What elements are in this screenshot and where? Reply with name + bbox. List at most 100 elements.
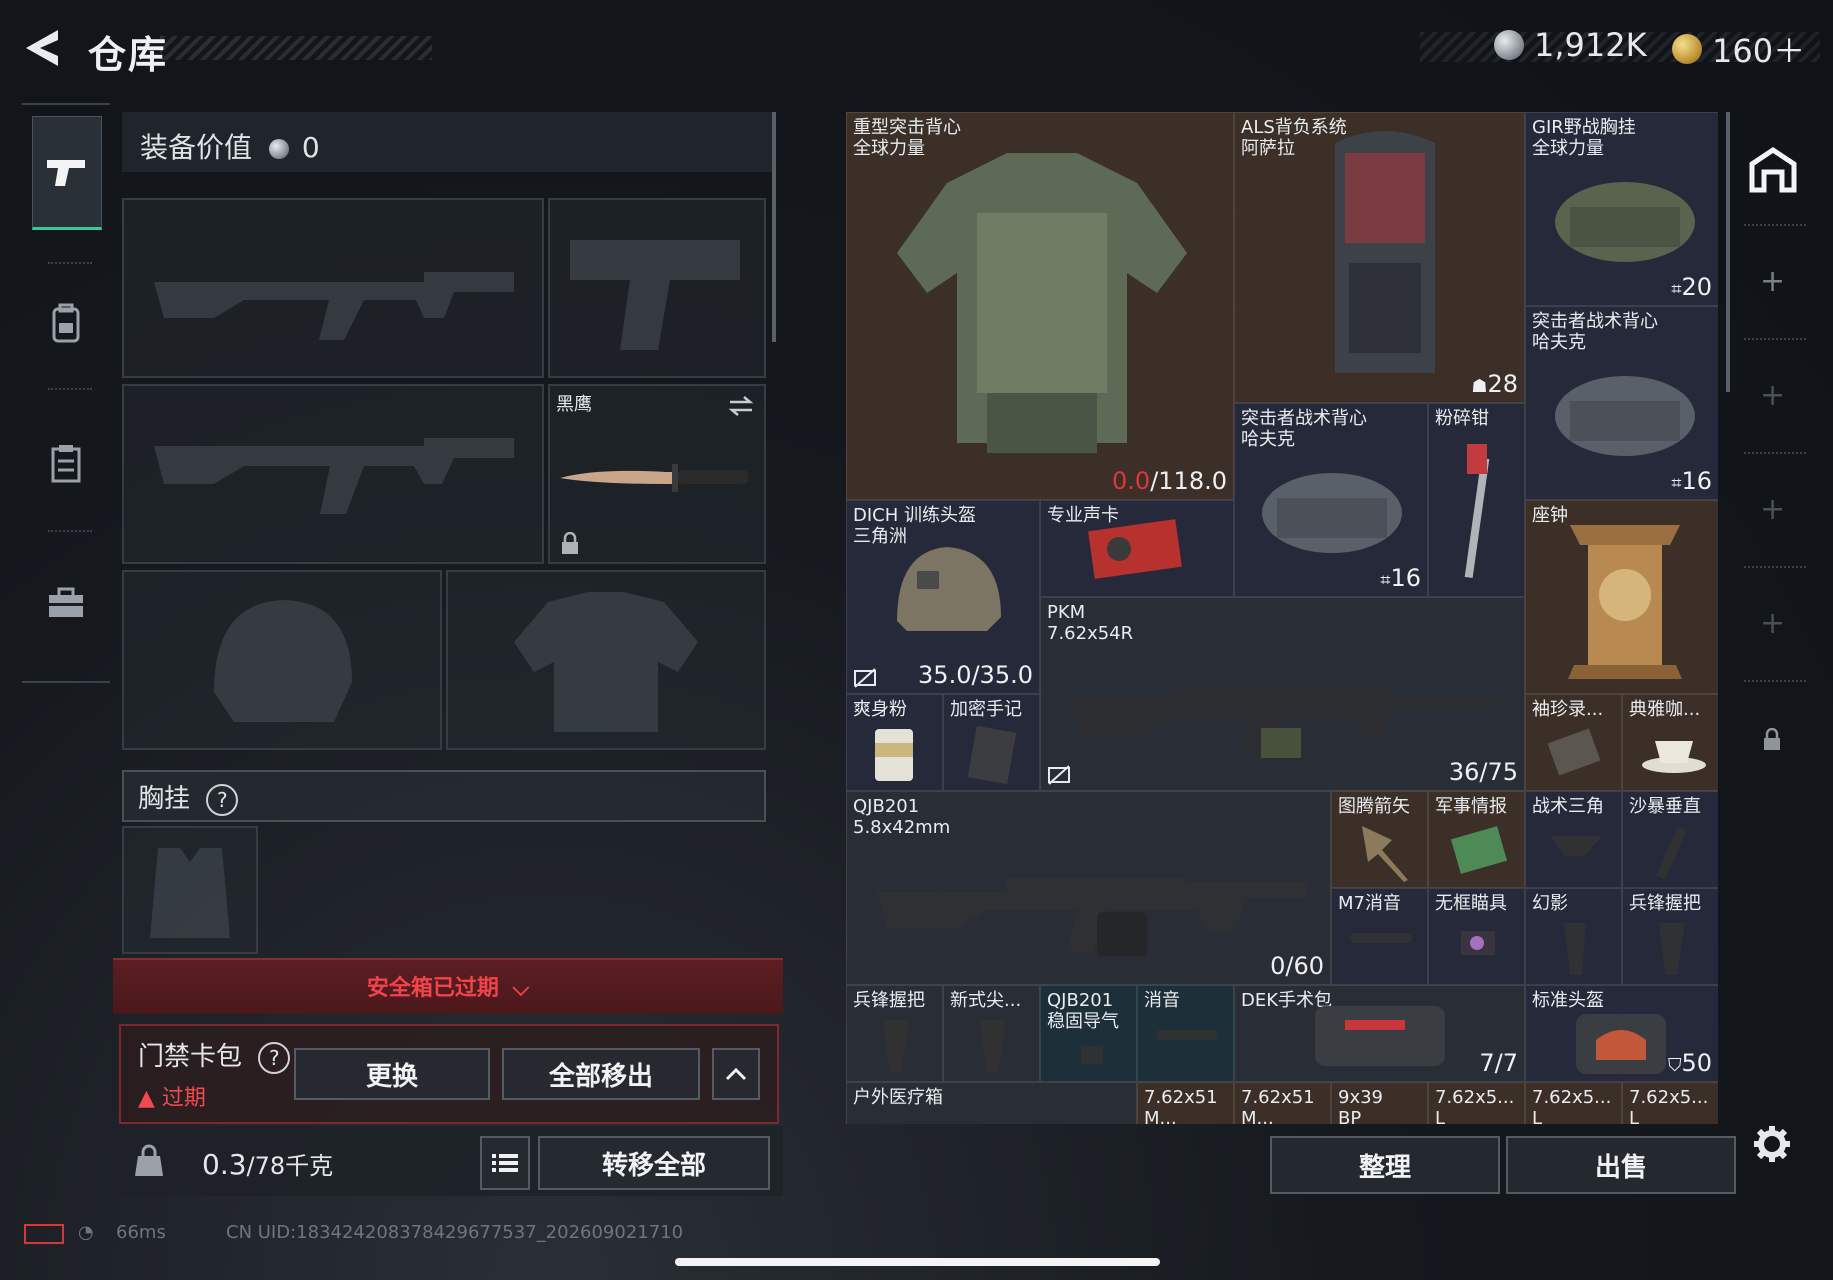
rifle-silhouette-icon	[154, 438, 514, 514]
stash-item-assault-vest-hk[interactable]: 突击者战术背心 哈夫克 ⌗16	[1525, 306, 1718, 500]
rail-tab-clipboard[interactable]	[32, 408, 100, 518]
add-tab-icon[interactable]: +	[1760, 492, 1785, 527]
sell-button[interactable]: 出售	[1506, 1136, 1736, 1194]
stash-item-assault-vest-hk[interactable]: 突击者战术背心 哈夫克 ⌗16	[1234, 403, 1428, 597]
carry-weight: 0.3/78千克	[202, 1146, 333, 1181]
no-repair-icon	[854, 668, 876, 688]
stash-item-wrench[interactable]: 粉碎钳	[1428, 403, 1525, 597]
stash-item-suppressor[interactable]: 消音	[1137, 985, 1234, 1082]
vest-icon	[897, 153, 1187, 453]
item-durability: ⛉50	[1668, 1049, 1712, 1077]
item-name: 消音	[1144, 990, 1180, 1011]
stash-tab-icon[interactable]	[1748, 146, 1798, 194]
helmet-silhouette-icon	[214, 600, 352, 722]
chest-rig-slot[interactable]	[122, 826, 258, 954]
grip-icon	[1564, 923, 1586, 975]
stash-item-qjb201-stabilizer[interactable]: QJB201 稳固导气	[1040, 985, 1137, 1082]
card-pack-help-icon[interactable]: ?	[258, 1042, 291, 1074]
rail-separator	[1744, 566, 1806, 568]
stash-item-secret-notes[interactable]: 加密手记	[943, 694, 1040, 791]
stash-item-ammo[interactable]: 7.62x5... L	[1525, 1082, 1622, 1124]
melee-slot[interactable]: 黑鹰	[548, 384, 766, 564]
stash-item-vanguard-grip[interactable]: 兵锋握把	[1622, 888, 1718, 985]
rail-tab-weapons[interactable]	[32, 116, 102, 230]
stash-item-dek-kit[interactable]: DEK手术包 7/7	[1234, 985, 1525, 1082]
rail-tab-toolbox[interactable]	[32, 548, 100, 658]
stash-item-sandstorm-grip[interactable]: 沙暴垂直	[1622, 791, 1718, 888]
item-name: 突击者战术背心 哈夫克	[1241, 408, 1367, 450]
stash-item-pkm[interactable]: PKM 7.62x54R 36/75	[1040, 597, 1525, 791]
gold-amount: 160＋	[1712, 32, 1806, 70]
chest-rig-label: 胸挂	[138, 784, 191, 814]
collapse-button[interactable]	[712, 1048, 760, 1100]
stash-item-mil-intel[interactable]: 军事情报	[1428, 791, 1525, 888]
add-tab-icon[interactable]: +	[1760, 264, 1785, 299]
equipment-value: 装备价值 0	[140, 126, 320, 166]
stash-item-ammo[interactable]: 7.62x5... L	[1428, 1082, 1525, 1124]
add-tab-icon[interactable]: +	[1760, 378, 1785, 413]
helmet-bag-icon	[1576, 1014, 1666, 1074]
loadout-scrollbar[interactable]	[772, 112, 776, 342]
stash-item-new-tip[interactable]: 新式尖...	[943, 985, 1040, 1082]
item-name: 兵锋握把	[1629, 893, 1701, 914]
silver-currency[interactable]: 1,912K	[1494, 26, 1647, 64]
stash-item-heavy-assault-vest[interactable]: 重型突击背心 全球力量 0.0/118.0	[846, 112, 1234, 500]
pistol-slot[interactable]	[548, 198, 766, 378]
grip-icon	[883, 1020, 909, 1072]
grip-icon	[1550, 836, 1602, 856]
stash-item-ammo[interactable]: 7.62x5... L	[1622, 1082, 1718, 1124]
stash-item-pro-graphics-card[interactable]: 专业声卡	[1040, 500, 1234, 597]
stash-item-frameless-sight[interactable]: 无框瞄具	[1428, 888, 1525, 985]
rail-tab-backpack[interactable]	[32, 268, 100, 378]
stash-item-dich-helmet[interactable]: DICH 训练头盔 三角洲 35.0/35.0	[846, 500, 1040, 694]
gear-icon[interactable]	[1752, 1124, 1792, 1164]
page-title: 仓库	[88, 33, 169, 77]
stash-item-std-helmet[interactable]: 标准头盔 ⛉50	[1525, 985, 1718, 1082]
move-all-out-button[interactable]: 全部移出	[502, 1048, 700, 1100]
stash-scrollbar[interactable]	[1726, 112, 1730, 392]
top-bar: 仓库 1,912K 160＋	[0, 0, 1833, 96]
stash-item-vanguard-grip[interactable]: 兵锋握把	[846, 985, 943, 1082]
stash-item-outdoor-kit[interactable]: 户外医疗箱	[846, 1082, 1137, 1124]
item-ammo: 36/75	[1448, 758, 1518, 786]
stash-item-elegant-cup[interactable]: 典雅咖...	[1622, 694, 1718, 791]
stash-item-pocket-record[interactable]: 袖珍录...	[1525, 694, 1622, 791]
replace-button[interactable]: 更换	[294, 1048, 490, 1100]
stash-item-totem-arrow[interactable]: 图腾箭矢	[1331, 791, 1428, 888]
add-tab-icon[interactable]: +	[1760, 606, 1785, 641]
item-name: 突击者战术背心 哈夫克	[1532, 311, 1658, 353]
transfer-all-button[interactable]: 转移全部	[538, 1136, 770, 1190]
helmet-slot[interactable]	[122, 570, 442, 750]
stash-item-powder[interactable]: 爽身粉	[846, 694, 943, 791]
list-view-button[interactable]	[480, 1136, 530, 1190]
swap-icon[interactable]	[726, 394, 756, 418]
sort-button[interactable]: 整理	[1270, 1136, 1500, 1194]
gas-block-icon	[1081, 1046, 1103, 1064]
stash-item-ammo[interactable]: 9x39 BP	[1331, 1082, 1428, 1124]
back-arrow-icon[interactable]	[22, 26, 62, 70]
stash-item-clock[interactable]: 座钟	[1525, 500, 1718, 694]
title-stripe-decoration	[160, 36, 432, 60]
primary-weapon-slot[interactable]	[122, 198, 544, 378]
safe-box-expired-banner[interactable]: 安全箱已过期 ⌵	[113, 958, 783, 1014]
stash-item-als-backpack[interactable]: ALS背负系统 阿萨拉 ☗28	[1234, 112, 1525, 403]
uid-readout: CN UID:1834242083784296775​37_2026090217…	[226, 1222, 684, 1243]
stash-item-gir-chest-rig[interactable]: GIR野战胸挂 全球力量 ⌗20	[1525, 112, 1718, 306]
helmet-icon	[897, 547, 1001, 631]
rig-icon: ⌗	[1671, 473, 1682, 494]
stash-item-m7-suppressor[interactable]: M7消音	[1331, 888, 1428, 985]
armor-slot[interactable]	[446, 570, 766, 750]
chest-help-icon[interactable]: ?	[206, 784, 239, 816]
gold-currency[interactable]: 160＋	[1672, 26, 1805, 72]
stash-item-qjb201[interactable]: QJB201 5.8x42mm 0/60	[846, 791, 1331, 985]
stash-item-ammo[interactable]: 7.62x51 M...	[1234, 1082, 1331, 1124]
backpack-icon	[52, 303, 80, 343]
stash-grid[interactable]: 重型突击背心 全球力量 0.0/118.0 ALS背负系统 阿萨拉 ☗28 GI…	[846, 112, 1718, 1124]
item-name: 9x39 BP	[1338, 1087, 1384, 1124]
stash-item-phantom[interactable]: 幻影	[1525, 888, 1622, 985]
item-name: 新式尖...	[950, 990, 1022, 1011]
secondary-weapon-slot[interactable]	[122, 384, 544, 564]
stash-item-tactical-triangle[interactable]: 战术三角	[1525, 791, 1622, 888]
home-indicator[interactable]	[675, 1258, 1160, 1266]
stash-item-ammo[interactable]: 7.62x51 M...	[1137, 1082, 1234, 1124]
